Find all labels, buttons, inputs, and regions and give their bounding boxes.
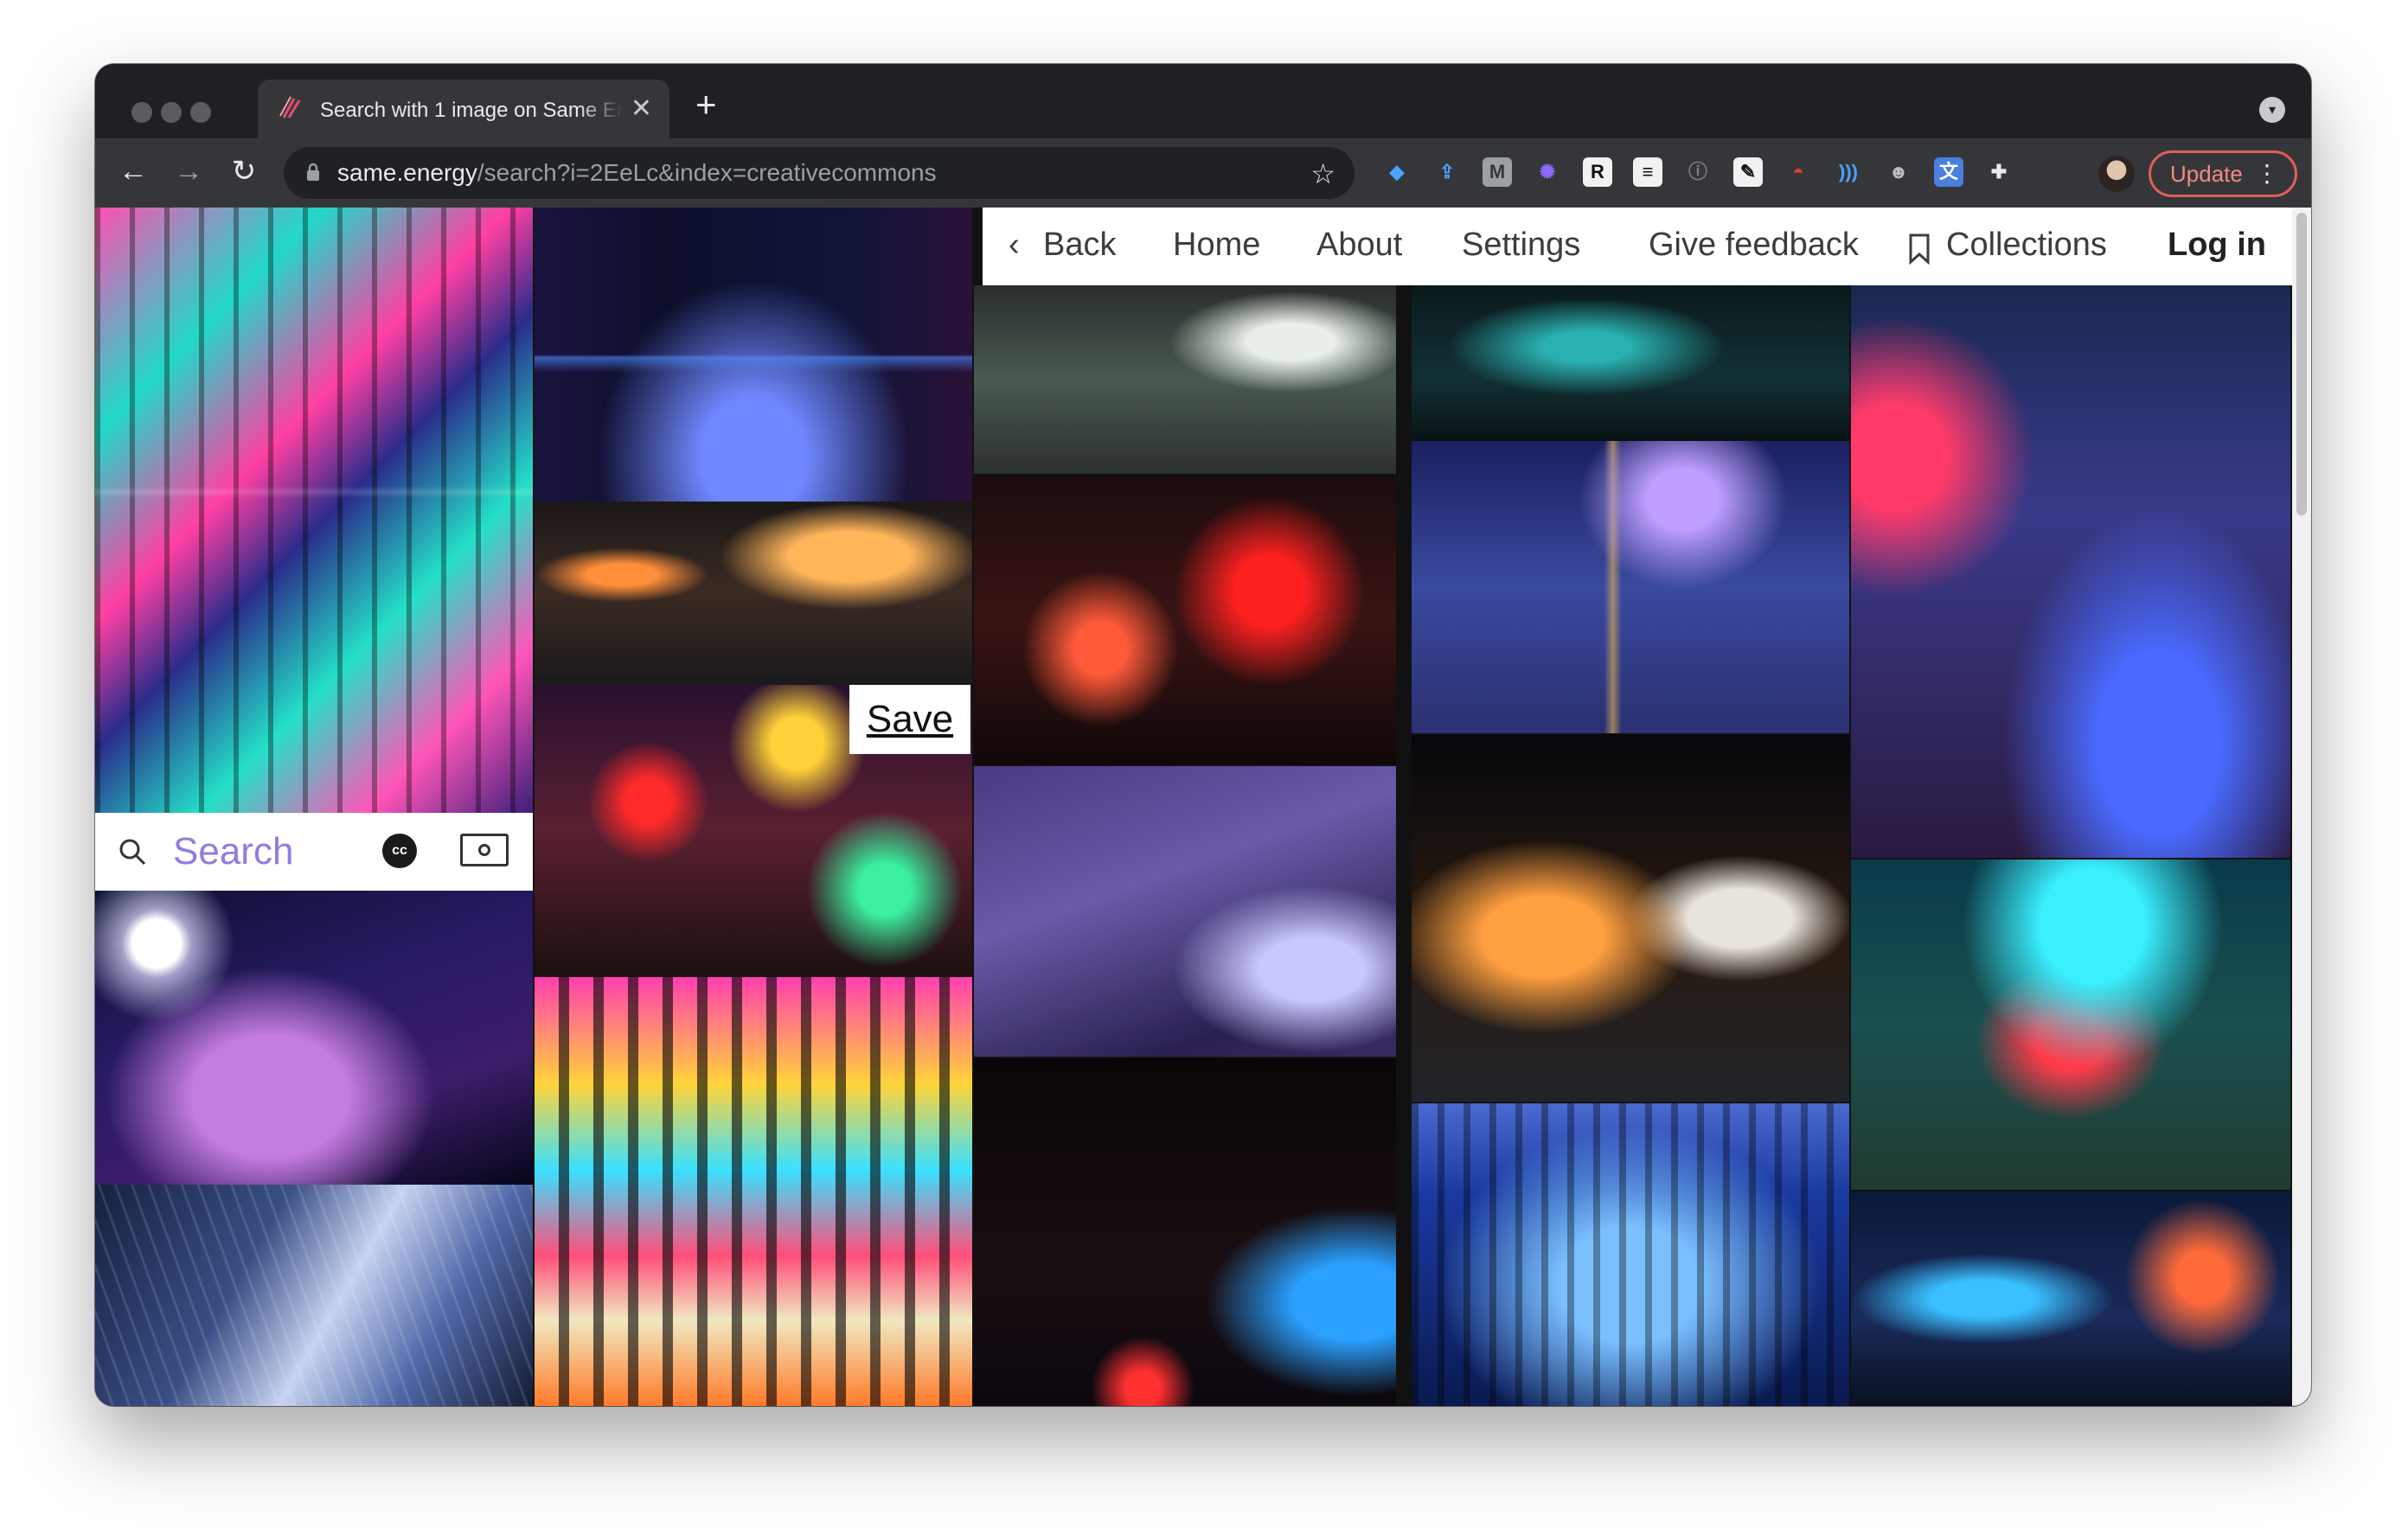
reader-extension-icon[interactable]: ≡: [1633, 157, 1662, 187]
creative-commons-icon[interactable]: cc: [382, 834, 417, 868]
r-extension-icon[interactable]: R: [1583, 157, 1612, 187]
mascot-extension-icon[interactable]: ☻: [1884, 157, 1913, 187]
image-tile-chinatown-signs[interactable]: [974, 476, 1396, 764]
pokeball-extension-icon[interactable]: ◓: [1784, 157, 1813, 187]
nav-home-link[interactable]: Home: [1173, 227, 1260, 264]
edit-extension-icon[interactable]: ✎: [1733, 157, 1763, 187]
address-bar[interactable]: same.energy/search?i=2EeLc&index=creativ…: [284, 147, 1354, 199]
window-zoom-control[interactable]: [190, 102, 211, 123]
tab-search-icon[interactable]: ▾: [2259, 97, 2285, 123]
search-icon: [119, 839, 146, 866]
image-tile-purple-street[interactable]: [974, 766, 1396, 1057]
image-tile-night-pedestrians[interactable]: [974, 285, 1396, 474]
same-energy-favicon-icon: [279, 96, 301, 118]
bookmark-star-icon[interactable]: ☆: [1310, 157, 1335, 190]
info-extension-icon[interactable]: ⓘ: [1683, 157, 1713, 187]
share-extension-icon[interactable]: ⇪: [1432, 157, 1462, 187]
bookmark-icon: [1909, 233, 1930, 265]
back-chevron-icon[interactable]: ‹: [1009, 227, 1020, 264]
nav-collections-link[interactable]: Collections: [1946, 227, 2107, 264]
nav-login-link[interactable]: Log in: [2168, 227, 2266, 264]
scrollbar-thumb[interactable]: [2296, 213, 2307, 515]
page-viewport: Search cc Save ‹ Back Home About Setting…: [95, 208, 2311, 1406]
browser-menu-icon[interactable]: ⋮: [2255, 153, 2279, 195]
browser-toolbar: ← → ↻ same.energy/search?i=2EeLc&index=c…: [95, 138, 2311, 208]
translate-extension-icon[interactable]: 文: [1934, 157, 1963, 187]
image-tile-karaoke-building[interactable]: [1851, 860, 2290, 1190]
update-button[interactable]: Update ⋮: [2149, 150, 2297, 197]
image-tile-cherry-blossom[interactable]: [95, 891, 533, 1185]
drop-extension-icon[interactable]: ◆: [1382, 157, 1412, 187]
audio-extension-icon[interactable]: ))): [1834, 157, 1863, 187]
image-tile-neon-reflection[interactable]: [95, 208, 533, 813]
image-tile-restaurant-corner[interactable]: [1412, 735, 1849, 1102]
image-tile-dark-billboards[interactable]: [974, 1058, 1396, 1406]
nav-back-link[interactable]: Back: [1043, 227, 1116, 264]
image-tile-akihabara-street[interactable]: [535, 208, 972, 502]
address-url: same.energy/search?i=2EeLc&index=creativ…: [337, 159, 937, 186]
image-tile-teal-alley[interactable]: [1412, 285, 1849, 439]
lock-icon: [307, 163, 319, 181]
image-tile-neon-creature[interactable]: [1851, 1192, 2290, 1406]
tab-title: Search with 1 image on Same Energy: [320, 99, 623, 122]
image-tile-vertical-neon-signs[interactable]: [535, 977, 972, 1406]
new-tab-button[interactable]: +: [695, 86, 717, 123]
site-top-nav: ‹ Back Home About Settings Give feedback…: [983, 208, 2297, 285]
save-button[interactable]: Save: [849, 685, 970, 754]
image-tile-pink-alley-scooter[interactable]: [1851, 285, 2290, 858]
search-bar[interactable]: Search cc: [95, 813, 533, 891]
tab-close-icon[interactable]: ✕: [631, 93, 652, 124]
window-minimize-control[interactable]: [161, 102, 182, 123]
m-extension-icon[interactable]: M: [1483, 157, 1512, 187]
image-tile-skyscrapers[interactable]: [95, 1185, 533, 1406]
nav-about-link[interactable]: About: [1316, 227, 1402, 264]
nav-feedback-link[interactable]: Give feedback: [1649, 227, 1859, 264]
image-tile-city-skyline[interactable]: [1412, 1103, 1849, 1406]
profile-avatar[interactable]: [2098, 156, 2135, 192]
tab-strip: Search with 1 image on Same Energy ✕ + ▾: [95, 64, 2311, 138]
reload-icon[interactable]: ↻: [225, 152, 263, 190]
window-close-control[interactable]: [131, 102, 152, 123]
update-label: Update: [2170, 161, 2243, 187]
page-scrollbar[interactable]: [2292, 208, 2311, 1406]
browser-window: Search with 1 image on Same Energy ✕ + ▾…: [95, 64, 2311, 1406]
search-label[interactable]: Search: [173, 830, 293, 873]
burst-extension-icon[interactable]: ✺: [1533, 157, 1562, 187]
forward-arrow-icon[interactable]: →: [170, 152, 208, 190]
image-tile-snowy-road[interactable]: [1412, 441, 1849, 733]
puzzle-extensions-icon[interactable]: ✚: [1984, 157, 2014, 187]
image-tile-rainy-crossing[interactable]: [535, 502, 972, 685]
back-arrow-icon[interactable]: ←: [114, 152, 152, 190]
camera-upload-icon[interactable]: [460, 834, 509, 866]
nav-settings-link[interactable]: Settings: [1462, 227, 1580, 264]
tab-same-energy[interactable]: Search with 1 image on Same Energy ✕: [258, 80, 669, 138]
